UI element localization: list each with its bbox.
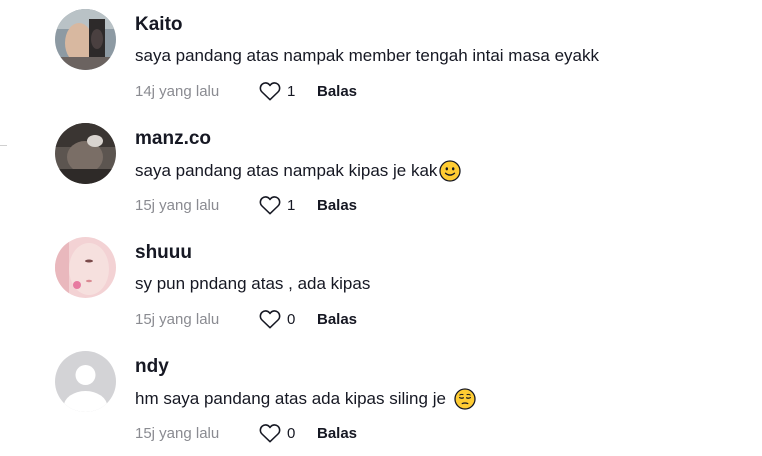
comment-time: 15j yang lalu (135, 196, 220, 214)
comment-text-content: sy pun pndang atas , ada kipas (135, 274, 371, 293)
comment-text-content: saya pandang atas nampak kipas je kak (135, 161, 438, 180)
comment-time: 14j yang lalu (135, 82, 220, 100)
comment-meta: 15j yang lalu 1 Balas (135, 194, 357, 216)
avatar[interactable] (55, 9, 116, 70)
like-button[interactable]: 1 (259, 195, 317, 215)
like-button[interactable]: 1 (259, 81, 317, 101)
avatar[interactable] (55, 237, 116, 298)
default-avatar-icon (55, 351, 116, 412)
comment-username[interactable]: ndy (135, 356, 169, 378)
reply-button[interactable]: Balas (317, 197, 357, 214)
comment-meta: 15j yang lalu 0 Balas (135, 422, 357, 444)
comment-item: Kaito saya pandang atas nampak member te… (0, 0, 762, 114)
like-count: 0 (287, 424, 296, 442)
like-button[interactable]: 0 (259, 423, 317, 443)
comment-item: manz.co saya pandang atas nampak kipas j… (0, 114, 762, 228)
comment-time: 15j yang lalu (135, 310, 220, 328)
comment-text: sy pun pndang atas , ada kipas (135, 274, 370, 294)
comment-item: ndy hm saya pandang atas ada kipas silin… (0, 342, 762, 456)
comment-username[interactable]: Kaito (135, 14, 183, 36)
comment-meta: 14j yang lalu 1 Balas (135, 80, 357, 102)
heart-icon (259, 424, 281, 443)
avatar[interactable] (55, 351, 116, 412)
heart-icon (259, 196, 281, 215)
comment-text: saya pandang atas nampak member tengah i… (135, 46, 599, 66)
like-count: 1 (287, 82, 296, 100)
reply-button[interactable]: Balas (317, 425, 357, 442)
comment-time: 15j yang lalu (135, 424, 220, 442)
slightly-smiling-face-icon (439, 160, 462, 182)
comment-text: hm saya pandang atas ada kipas siling je (135, 388, 476, 410)
comment-username[interactable]: shuuu (135, 242, 192, 264)
heart-icon (259, 82, 281, 101)
heart-icon (259, 310, 281, 329)
pensive-face-icon (454, 388, 476, 410)
like-count: 0 (287, 310, 296, 328)
like-count: 1 (287, 196, 296, 214)
comment-meta: 15j yang lalu 0 Balas (135, 308, 357, 330)
avatar[interactable] (55, 123, 116, 184)
like-button[interactable]: 0 (259, 309, 317, 329)
comment-item: shuuu sy pun pndang atas , ada kipas 15j… (0, 228, 762, 342)
comment-username[interactable]: manz.co (135, 128, 211, 150)
reply-button[interactable]: Balas (317, 311, 357, 328)
comment-text-content: hm saya pandang atas ada kipas siling je (135, 389, 446, 408)
comment-text: saya pandang atas nampak kipas je kak (135, 160, 462, 182)
comment-text-content: saya pandang atas nampak member tengah i… (135, 46, 599, 65)
reply-button[interactable]: Balas (317, 83, 357, 100)
